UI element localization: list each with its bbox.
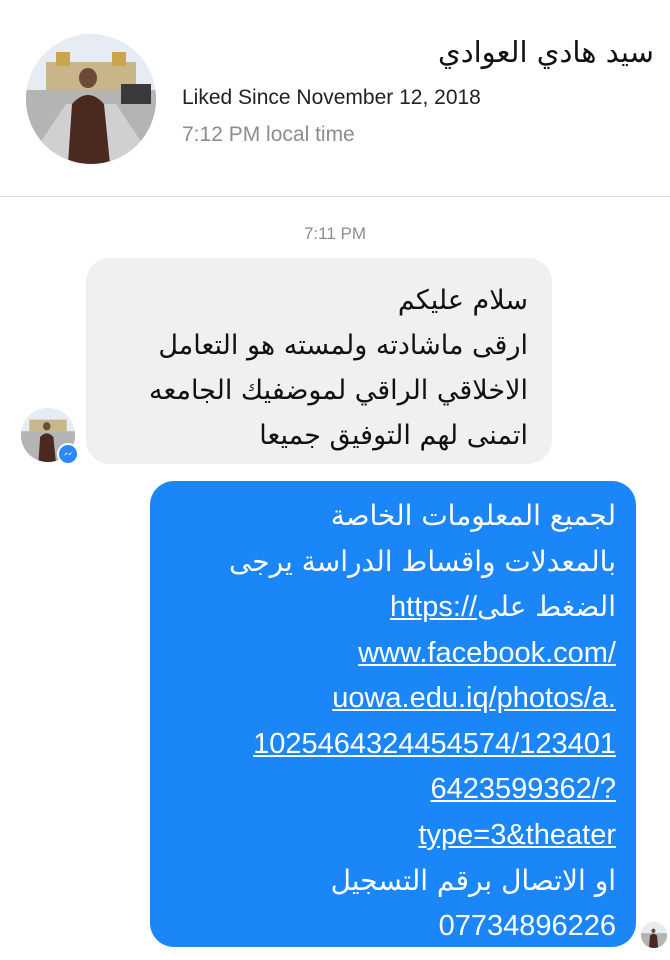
contact-name: سيد هادي العوادي <box>438 35 654 69</box>
conversation-header: سيد هادي العوادي Liked Since November 12… <box>0 0 670 196</box>
outgoing-message-line: بالمعدلات واقساط الدراسة يرجى <box>228 544 616 578</box>
read-receipt-avatar <box>641 922 667 948</box>
incoming-message-line: الاخلاقي الراقي لموضفيك الجامعه <box>148 375 528 406</box>
message-link[interactable]: uowa.edu.iq/photos/a. <box>170 676 616 722</box>
message-link-start[interactable]: https:// <box>390 591 477 623</box>
incoming-message-bubble[interactable]: سلام عليكم ارقى ماشادته ولمسته هو التعام… <box>86 258 552 464</box>
message-link[interactable]: type=3&theater <box>170 813 616 859</box>
messenger-icon <box>59 445 77 463</box>
person-photo-icon <box>641 922 667 948</box>
header-divider <box>0 196 670 197</box>
outgoing-message-bubble[interactable]: لجميع المعلومات الخاصة بالمعدلات واقساط … <box>150 481 636 947</box>
outgoing-message-line: لجميع المعلومات الخاصة <box>330 499 616 532</box>
outgoing-message-text: الضغط على <box>477 590 616 623</box>
phone-number[interactable]: 07734896226 <box>170 904 616 950</box>
incoming-message-line: اتمنى لهم التوفيق جميعا <box>259 420 528 451</box>
local-time-text: 7:12 PM local time <box>182 123 355 146</box>
message-link[interactable]: www.facebook.com/ <box>170 631 616 677</box>
message-link[interactable]: 1025464324454574/123401 <box>170 722 616 768</box>
message-timestamp: 7:11 PM <box>303 224 367 243</box>
messenger-badge <box>57 443 79 465</box>
incoming-message-line: ارقى ماشادته ولمسته هو التعامل <box>158 330 528 361</box>
liked-since-text: Liked Since November 12, 2018 <box>182 86 481 109</box>
person-photo-icon <box>26 34 156 164</box>
contact-avatar[interactable] <box>26 34 156 164</box>
outgoing-message-line: https://الضغط على <box>170 584 616 631</box>
outgoing-message-line: او الاتصال برقم التسجيل <box>330 864 616 897</box>
incoming-message-line: سلام عليكم <box>397 285 528 316</box>
message-link[interactable]: 6423599362/? <box>170 767 616 813</box>
